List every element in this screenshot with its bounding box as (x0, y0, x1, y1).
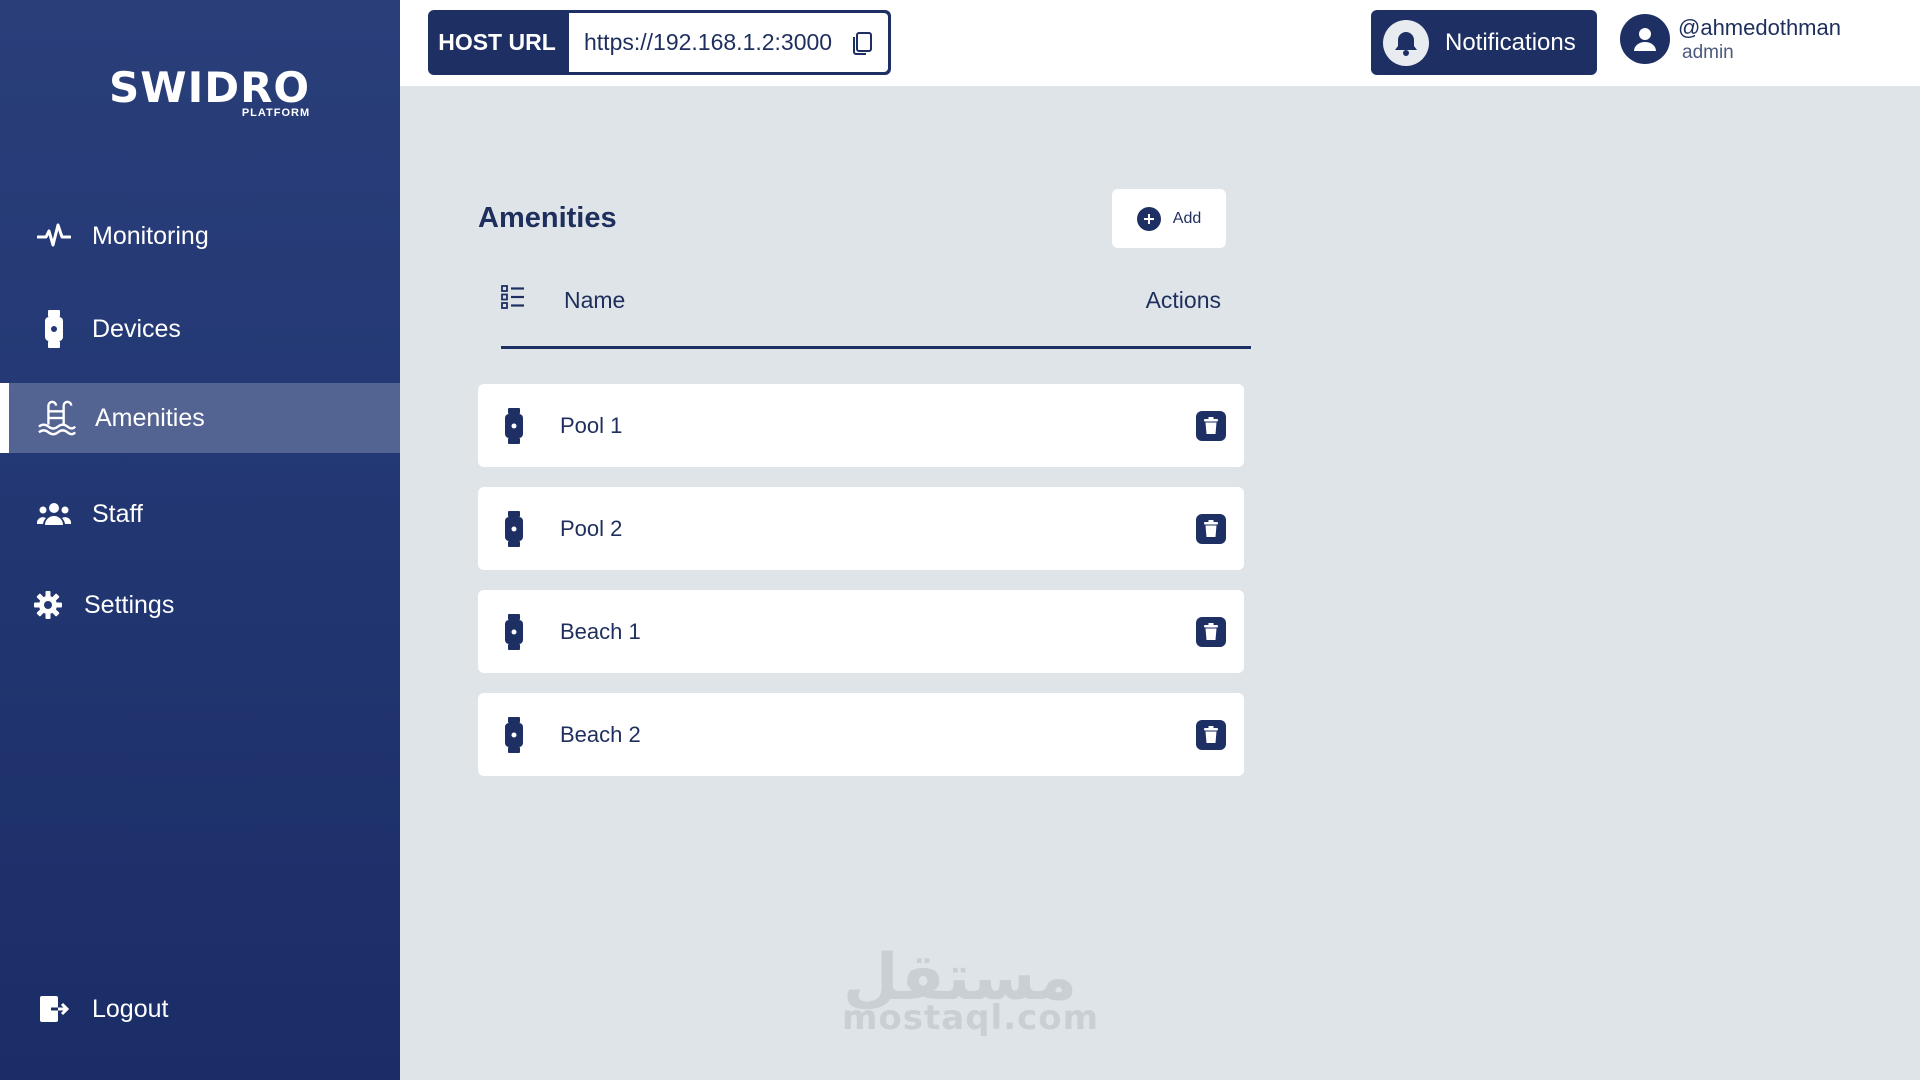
sidebar-item-amenities[interactable]: Amenities (0, 383, 400, 453)
sidebar-item-label: Settings (84, 590, 175, 619)
logout-button[interactable]: Logout (0, 974, 400, 1044)
pulse-icon (34, 216, 74, 256)
row-name: Beach 2 (560, 721, 641, 747)
delete-button[interactable] (1196, 513, 1226, 544)
column-header-actions: Actions (1145, 287, 1221, 313)
user-menu[interactable]: @ahmedothman admin (1620, 14, 1841, 64)
sidebar-item-label: Devices (92, 314, 181, 343)
trash-icon (1204, 416, 1218, 434)
sidebar-item-monitoring[interactable]: Monitoring (0, 201, 400, 271)
row-name: Beach 1 (560, 618, 641, 644)
row-name: Pool 1 (560, 412, 623, 438)
device-icon (505, 407, 523, 444)
sidebar-item-devices[interactable]: Devices (0, 294, 400, 364)
host-url-label: HOST URL (438, 29, 556, 55)
gear-icon (28, 585, 68, 625)
row-name: Pool 2 (560, 515, 623, 541)
table-header: Name Actions (501, 275, 1251, 349)
user-role: admin (1682, 42, 1734, 63)
brand-name: SWIDRO (109, 63, 311, 112)
device-icon (505, 716, 523, 753)
add-button-label: Add (1172, 209, 1202, 227)
plus-icon (1136, 206, 1161, 231)
sidebar-item-label: Staff (92, 499, 143, 528)
logout-icon (34, 989, 74, 1029)
sidebar-item-label: Amenities (95, 403, 205, 432)
table-row[interactable]: Beach 2 (478, 693, 1244, 776)
list-icon (501, 285, 524, 309)
notifications-button[interactable]: Notifications (1371, 10, 1597, 75)
device-icon (34, 309, 74, 349)
watermark-latin: mostaql.com (842, 998, 1100, 1038)
users-icon (34, 494, 74, 534)
pool-icon (37, 398, 77, 438)
table-row[interactable]: Pool 1 (478, 384, 1244, 467)
brand-subtitle: PLATFORM (241, 107, 311, 119)
add-button[interactable]: Add (1112, 189, 1226, 248)
device-icon (505, 510, 523, 547)
page-title: Amenities (478, 202, 617, 234)
delete-button[interactable] (1196, 719, 1226, 750)
sidebar-item-label: Monitoring (92, 221, 209, 250)
brand-logo[interactable]: SWIDRO PLATFORM (105, 62, 309, 124)
sidebar: SWIDRO PLATFORM Monitoring Devices Ameni… (0, 0, 400, 1080)
notifications-label: Notifications (1445, 28, 1576, 56)
host-url-value: https://192.168.1.2:3000 (584, 29, 833, 55)
bell-icon (1383, 19, 1429, 66)
sidebar-item-settings[interactable]: Settings (0, 570, 400, 640)
table-row[interactable]: Beach 1 (478, 590, 1244, 673)
logout-label: Logout (92, 994, 169, 1023)
delete-button[interactable] (1196, 410, 1226, 441)
topbar: HOST URL https://192.168.1.2:3000 Notifi… (400, 0, 1920, 86)
host-url-value-box[interactable]: https://192.168.1.2:3000 (569, 13, 888, 72)
table-row[interactable]: Pool 2 (478, 487, 1244, 570)
host-url-field: HOST URL https://192.168.1.2:3000 (428, 10, 891, 75)
avatar (1620, 14, 1670, 64)
device-icon (505, 613, 523, 650)
watermark: مستقل mostaql.com (842, 946, 1100, 1038)
trash-icon (1204, 725, 1218, 743)
user-name: @ahmedothman (1678, 15, 1841, 40)
trash-icon (1204, 622, 1218, 640)
delete-button[interactable] (1196, 616, 1226, 647)
column-header-name: Name (564, 287, 626, 313)
copy-icon[interactable] (848, 29, 876, 57)
sidebar-item-staff[interactable]: Staff (0, 479, 400, 549)
trash-icon (1204, 519, 1218, 537)
